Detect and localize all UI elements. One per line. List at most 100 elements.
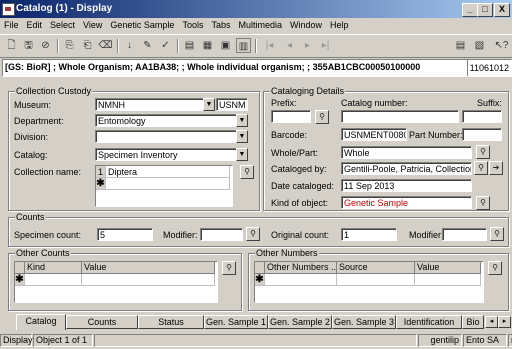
- menu-select[interactable]: Select: [46, 18, 79, 30]
- close-button[interactable]: X: [494, 3, 510, 17]
- modifier2-input[interactable]: [442, 228, 487, 241]
- tab-identification[interactable]: Identification: [396, 315, 462, 329]
- group-title: Counts: [15, 212, 46, 222]
- column-header-value[interactable]: Value: [415, 262, 481, 274]
- source-cell[interactable]: [337, 274, 415, 286]
- original-count-input[interactable]: 1: [341, 228, 397, 241]
- modifier2-lookup-icon[interactable]: ⚲: [490, 227, 504, 241]
- new-row-icon[interactable]: ✱: [96, 178, 106, 190]
- division-dropdown-icon[interactable]: ▼: [236, 130, 248, 143]
- column-header-source[interactable]: Source: [337, 262, 415, 274]
- modifier2-label: Modifier:: [409, 230, 444, 240]
- barcode-input[interactable]: USNMENT0080: [341, 128, 407, 141]
- menu-window[interactable]: Window: [286, 18, 326, 30]
- attach-icon[interactable]: ⎗: [80, 38, 95, 53]
- tab-bio[interactable]: Bio: [462, 315, 484, 329]
- tab-counts[interactable]: Counts: [66, 315, 138, 329]
- museum-code: USNM: [216, 98, 248, 111]
- minimize-button[interactable]: _: [462, 3, 478, 17]
- suffix-label: Suffix:: [477, 98, 502, 108]
- report-icon[interactable]: ▤: [453, 38, 468, 53]
- list-view-icon[interactable]: ▤: [182, 38, 197, 53]
- tab-scroll-left-icon[interactable]: ◂: [485, 316, 498, 328]
- cataloged-by-search-icon[interactable]: ⚲: [474, 161, 488, 175]
- collection-lookup-icon[interactable]: ⚲: [240, 165, 254, 179]
- sort-icon[interactable]: ↓: [122, 38, 137, 53]
- menu-file[interactable]: File: [0, 18, 23, 30]
- kind-cell[interactable]: [25, 274, 82, 286]
- other-counts-lookup-icon[interactable]: ⚲: [222, 261, 236, 275]
- help-pointer-icon[interactable]: ↖?: [494, 38, 509, 53]
- tab-strip: Catalog Counts Status Gen. Sample 1 Gen.…: [0, 314, 512, 330]
- detail-view-icon[interactable]: ▦: [200, 38, 215, 53]
- part-number-label: Part Number:: [409, 130, 463, 140]
- prefix-input[interactable]: [271, 110, 311, 123]
- menu-tabs[interactable]: Tabs: [207, 18, 234, 30]
- department-dropdown-icon[interactable]: ▼: [236, 114, 248, 127]
- tab-gen-sample-1[interactable]: Gen. Sample 1: [204, 315, 268, 329]
- tab-gen-sample-3[interactable]: Gen. Sample 3: [332, 315, 396, 329]
- spellcheck-icon[interactable]: ✓: [158, 38, 173, 53]
- column-header-kind[interactable]: Kind: [25, 262, 82, 274]
- department-select[interactable]: Entomology: [95, 114, 248, 127]
- modifier-input[interactable]: [200, 228, 243, 241]
- record-summary: [GS: BioR] ; Whole Organism; AA1BA38; ; …: [5, 62, 421, 72]
- menu-multimedia[interactable]: Multimedia: [234, 18, 286, 30]
- last-record-icon[interactable]: ▸|: [318, 38, 333, 53]
- specimen-count-label: Specimen count:: [14, 230, 82, 240]
- kind-of-object-input[interactable]: Genetic Sample: [341, 196, 472, 209]
- value-cell[interactable]: [82, 274, 215, 286]
- record-count: 11061012: [467, 60, 511, 76]
- collection-name-new-cell[interactable]: [106, 178, 230, 190]
- page-view-icon[interactable]: ▣: [218, 38, 233, 53]
- new-row-icon[interactable]: ✱: [15, 274, 25, 286]
- whole-part-input[interactable]: Whole: [341, 146, 472, 159]
- museum-select[interactable]: NMNH: [95, 98, 215, 111]
- display-view-icon[interactable]: ▥: [236, 38, 251, 53]
- new-row-icon[interactable]: ✱: [255, 274, 265, 286]
- cataloged-by-open-icon[interactable]: ➔: [489, 161, 503, 175]
- division-select[interactable]: [95, 130, 248, 143]
- maximize-button[interactable]: □: [477, 3, 493, 17]
- modifier-lookup-icon[interactable]: ⚲: [246, 227, 260, 241]
- catalog-dropdown-icon[interactable]: ▼: [236, 148, 248, 161]
- cancel-icon[interactable]: ⊘: [38, 38, 53, 53]
- copy-record-icon[interactable]: ⎘: [62, 38, 77, 53]
- edit-icon[interactable]: ✎: [140, 38, 155, 53]
- other-numbers-lookup-icon[interactable]: ⚲: [488, 261, 502, 275]
- catalog-select[interactable]: Specimen Inventory: [95, 148, 248, 161]
- tab-catalog[interactable]: Catalog: [16, 314, 66, 330]
- specimen-count-input[interactable]: 5: [97, 228, 153, 241]
- department-label: Department:: [14, 116, 64, 126]
- part-number-input[interactable]: [462, 128, 502, 141]
- prev-record-icon[interactable]: ◂: [282, 38, 297, 53]
- kind-lookup-icon[interactable]: ⚲: [476, 196, 490, 210]
- prefix-lookup-icon[interactable]: ⚲: [315, 110, 329, 124]
- delete-icon[interactable]: ⌫: [98, 38, 113, 53]
- export-icon[interactable]: ▧: [472, 38, 487, 53]
- menu-genetic-sample[interactable]: Genetic Sample: [106, 18, 178, 30]
- menu-view[interactable]: View: [79, 18, 106, 30]
- column-header-other-numbers[interactable]: Other Numbers ...: [265, 262, 337, 274]
- modifier-label: Modifier:: [163, 230, 198, 240]
- tab-scroll-right-icon[interactable]: ▸: [498, 316, 511, 328]
- menu-edit[interactable]: Edit: [23, 18, 47, 30]
- value-cell[interactable]: [415, 274, 481, 286]
- cataloged-by-input[interactable]: Gentili-Poole, Patricia, Collections I: [341, 162, 472, 175]
- tab-gen-sample-2[interactable]: Gen. Sample 2: [268, 315, 332, 329]
- save-icon[interactable]: 🖫: [21, 38, 36, 53]
- tab-status[interactable]: Status: [138, 315, 204, 329]
- catalog-number-input[interactable]: [341, 110, 459, 123]
- next-record-icon[interactable]: ▸: [300, 38, 315, 53]
- collection-name-cell[interactable]: Diptera: [106, 166, 230, 178]
- date-cataloged-input[interactable]: 11 Sep 2013: [341, 179, 472, 192]
- other-number-cell[interactable]: [265, 274, 337, 286]
- column-header-value[interactable]: Value: [82, 262, 215, 274]
- new-record-icon[interactable]: 🗋: [4, 38, 19, 53]
- menu-tools[interactable]: Tools: [178, 18, 207, 30]
- first-record-icon[interactable]: |◂: [262, 38, 277, 53]
- menu-help[interactable]: Help: [326, 18, 353, 30]
- museum-dropdown-icon[interactable]: ▼: [203, 98, 215, 111]
- whole-part-lookup-icon[interactable]: ⚲: [476, 145, 490, 159]
- suffix-input[interactable]: [462, 110, 502, 123]
